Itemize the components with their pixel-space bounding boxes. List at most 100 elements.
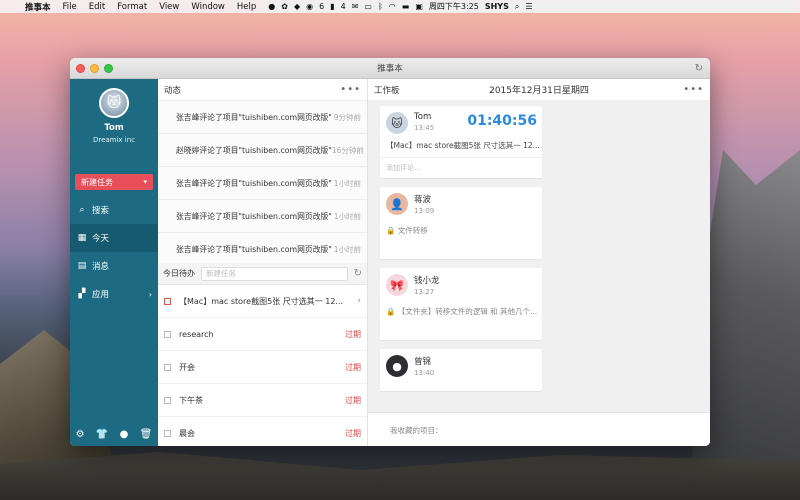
settings-tray-icon[interactable]: ✿ xyxy=(281,2,288,11)
activity-header: 动态 ••• xyxy=(158,79,367,101)
list-item[interactable]: 张吉峰评论了项目"tuishiben.com网页改版" 1小时前 xyxy=(158,200,367,233)
title-bar: 推事本 ↻ xyxy=(70,58,710,79)
member-name: Tom xyxy=(414,112,432,122)
current-date: 2015年12月31日星期四 xyxy=(489,86,589,96)
chat-tray-icon[interactable]: ◉ xyxy=(306,2,313,11)
more-icon[interactable]: ••• xyxy=(340,84,361,95)
checkbox[interactable] xyxy=(164,429,171,437)
checkbox[interactable] xyxy=(164,363,171,371)
checkbox[interactable] xyxy=(164,330,171,338)
battery-small-icon[interactable]: ▮ xyxy=(330,2,334,11)
current-task[interactable]: 【Mac】mac store截图5张 尺寸选其一 12... xyxy=(380,138,542,157)
menu-app[interactable]: 推事本 xyxy=(25,1,51,13)
list-item[interactable]: 张吉峰评论了项目"tuishiben.com网页改版" 1小时前 xyxy=(158,233,367,263)
chevron-down-icon[interactable]: ▾ xyxy=(143,178,147,186)
new-task-input[interactable]: 新建任务 xyxy=(201,266,348,281)
spotlight-icon[interactable]: ⌕ xyxy=(515,2,519,12)
current-task[interactable]: 🔒 【文件夹】转移文件的逻辑 和 其他几个... xyxy=(380,300,542,323)
todo-item[interactable]: research 过期 xyxy=(158,318,367,351)
activity-feed[interactable]: 张吉峰评论了项目"tuishiben.com网页改版" 9分钟前 赵晓婷评论了项… xyxy=(158,101,367,263)
list-item[interactable]: 张吉峰评论了项目"tuishiben.com网页改版" 1小时前 xyxy=(158,167,367,200)
feedback-icon[interactable]: ● xyxy=(120,429,129,440)
menu-file[interactable]: File xyxy=(63,2,77,12)
member-time: 13:09 xyxy=(414,207,435,215)
chevron-right-icon[interactable]: › xyxy=(357,296,361,306)
message-icon: ▤ xyxy=(77,261,87,271)
battery-icon[interactable]: ▬ xyxy=(402,2,410,11)
list-item[interactable]: 赵晓婷评论了项目"tuishiben.com网页改版" 16分钟前 xyxy=(158,134,367,167)
todo-item[interactable]: 【Mac】mac store截图5张 尺寸选其一 12... › xyxy=(158,285,367,318)
trash-icon[interactable]: 🗑 xyxy=(140,429,153,440)
screen-icon[interactable]: ▣ xyxy=(415,2,423,11)
chat-badge[interactable]: 6 xyxy=(319,2,324,11)
member-card[interactable]: 👤 蒋波 13:09 🔒 文件转移 xyxy=(380,187,542,259)
member-card[interactable]: ● 曾锦 13:40 xyxy=(380,349,542,391)
avatar[interactable]: 🐱 xyxy=(99,88,129,118)
workboard: 工作板 2015年12月31日星期四 ••• 🐱 Tom 13:45 01:40… xyxy=(368,79,710,446)
clock[interactable]: 周四下午3:25 xyxy=(429,1,479,12)
feed-time: 1小时前 xyxy=(333,211,361,221)
todo-item[interactable]: 晨会 过期 xyxy=(158,417,367,446)
menu-view[interactable]: View xyxy=(159,2,179,12)
member-name: 蒋波 xyxy=(414,195,432,205)
avatar: 🐱 xyxy=(386,112,408,134)
today-bar: 今日待办 新建任务 ↻ xyxy=(158,263,367,285)
sidebar-item-today[interactable]: ▦ 今天 xyxy=(70,224,158,252)
todo-item[interactable]: 开会 过期 xyxy=(158,351,367,384)
sidebar: 🐱 Tom Dreamix inc 新建任务 ▾ ⌕ 搜索 ▦ 今天 ▤ 消息 xyxy=(70,79,158,446)
sidebar-item-messages[interactable]: ▤ 消息 xyxy=(70,252,158,280)
zoom-button[interactable] xyxy=(104,64,113,73)
feed-text: 赵晓婷评论了项目"tuishiben.com网页改版" xyxy=(176,145,332,155)
menu-help[interactable]: Help xyxy=(237,2,256,12)
feed-time: 9分钟前 xyxy=(333,112,361,122)
member-name: 钱小龙 xyxy=(414,276,440,286)
wifi-icon[interactable]: ◠ xyxy=(389,2,396,11)
gear-icon[interactable]: ⚙ xyxy=(76,429,85,440)
feed-text: 张吉峰评论了项目"tuishiben.com网页改版" xyxy=(176,244,332,254)
qq-icon[interactable]: ● xyxy=(268,2,275,11)
member-name: 曾锦 xyxy=(414,357,432,367)
new-task-button[interactable]: 新建任务 ▾ xyxy=(75,174,153,190)
sync-badge[interactable]: 4 xyxy=(341,2,346,11)
todo-item[interactable]: 下午茶 过期 xyxy=(158,384,367,417)
airplay-icon[interactable]: ▭ xyxy=(364,2,372,11)
favorites-bar[interactable]: 我收藏的项目： xyxy=(368,412,710,446)
traffic-lights xyxy=(76,64,113,73)
member-card[interactable]: 🐱 Tom 13:45 01:40:56 【Mac】mac store截图5张 … xyxy=(380,106,542,178)
app-window: 推事本 ↻ 🐱 Tom Dreamix inc 新建任务 ▾ ⌕ 搜索 ▦ 今天 xyxy=(70,58,710,446)
shield-tray-icon[interactable]: ◆ xyxy=(294,2,300,11)
comment-input[interactable]: 添加评论... xyxy=(380,157,542,178)
sidebar-footer: ⚙ 👕 ● 🗑 xyxy=(70,429,158,440)
member-time: 13:45 xyxy=(414,124,435,132)
menu-window[interactable]: Window xyxy=(191,2,225,12)
menu-edit[interactable]: Edit xyxy=(89,2,105,12)
avatar: 👤 xyxy=(386,193,408,215)
refresh-icon[interactable]: ↻ xyxy=(695,63,703,74)
menu-format[interactable]: Format xyxy=(117,2,147,12)
minimize-button[interactable] xyxy=(90,64,99,73)
task-text: 【文件夹】转移文件的逻辑 和 其他几个... xyxy=(397,307,538,316)
new-task-label: 新建任务 xyxy=(81,177,113,187)
overdue-badge: 过期 xyxy=(345,362,361,372)
bluetooth-icon[interactable]: ᛒ xyxy=(378,2,383,11)
todo-text: 开会 xyxy=(179,362,195,372)
sidebar-item-label: 消息 xyxy=(92,262,110,272)
current-task[interactable]: 🔒 文件转移 xyxy=(380,219,542,242)
feed-text: 张吉峰评论了项目"tuishiben.com网页改版" xyxy=(176,112,332,122)
checkbox[interactable] xyxy=(164,396,171,404)
activity-title: 动态 xyxy=(164,85,182,96)
member-card[interactable]: 🎀 钱小龙 13:27 🔒 【文件夹】转移文件的逻辑 和 其他几个... xyxy=(380,268,542,340)
overdue-badge: 过期 xyxy=(345,329,361,339)
shirt-icon[interactable]: 👕 xyxy=(96,429,108,440)
mail-icon[interactable]: ✉ xyxy=(352,2,359,11)
sidebar-item-label: 搜索 xyxy=(92,206,110,216)
list-item[interactable]: 张吉峰评论了项目"tuishiben.com网页改版" 9分钟前 xyxy=(158,101,367,134)
close-button[interactable] xyxy=(76,64,85,73)
activity-column: 动态 ••• 张吉峰评论了项目"tuishiben.com网页改版" 9分钟前 … xyxy=(158,79,368,446)
refresh-icon[interactable]: ↻ xyxy=(354,268,362,279)
user-menu[interactable]: SHYS xyxy=(485,2,509,11)
feed-text: 张吉峰评论了项目"tuishiben.com网页改版" xyxy=(176,211,332,221)
sidebar-item-search[interactable]: ⌕ 搜索 xyxy=(70,196,158,224)
notification-center-icon[interactable]: ☰ xyxy=(525,2,532,11)
sidebar-item-apps[interactable]: ▞ 应用 › xyxy=(70,280,158,308)
